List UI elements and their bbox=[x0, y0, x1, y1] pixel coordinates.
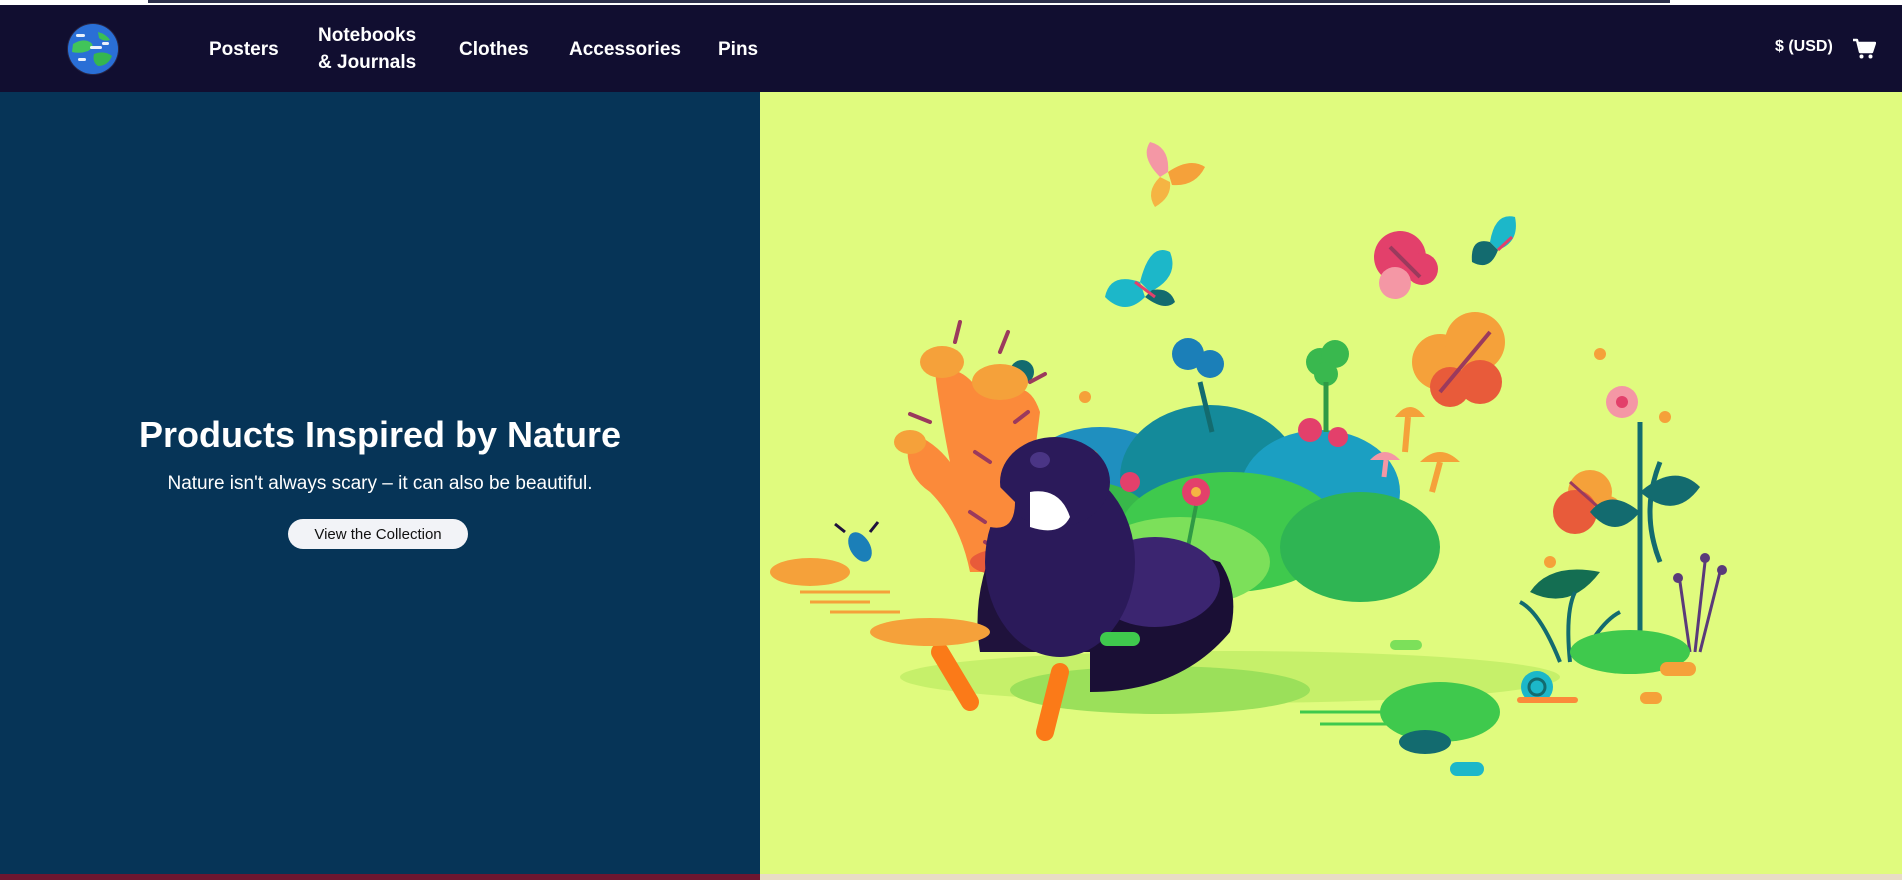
nav-link-accessories[interactable]: Accessories bbox=[569, 36, 681, 63]
nav-link-clothes[interactable]: Clothes bbox=[459, 36, 529, 63]
earth-globe-logo-icon[interactable] bbox=[68, 24, 118, 74]
site-header: Posters Notebooks & Journals Clothes Acc… bbox=[0, 5, 1902, 92]
currency-selector[interactable]: $ (USD) bbox=[1775, 38, 1833, 56]
nav-link-notebooks-journals[interactable]: Notebooks & Journals bbox=[318, 22, 416, 76]
nav-link-posters[interactable]: Posters bbox=[209, 36, 279, 63]
hero-title: Products Inspired by Nature bbox=[138, 414, 622, 455]
next-section-edge-left bbox=[0, 874, 760, 880]
hero-text-panel: Products Inspired by Nature Nature isn't… bbox=[0, 92, 760, 874]
hero-illustration-panel bbox=[760, 92, 1902, 874]
shopping-cart-icon[interactable] bbox=[1852, 38, 1877, 60]
next-section-edge-right bbox=[760, 874, 1902, 880]
nav-link-pins[interactable]: Pins bbox=[718, 36, 758, 63]
view-collection-button[interactable]: View the Collection bbox=[288, 519, 468, 549]
bird-in-garden-illustration bbox=[770, 142, 1727, 776]
top-accent-bar bbox=[148, 0, 1670, 3]
hero-subtitle: Nature isn't always scary – it can also … bbox=[167, 473, 593, 494]
